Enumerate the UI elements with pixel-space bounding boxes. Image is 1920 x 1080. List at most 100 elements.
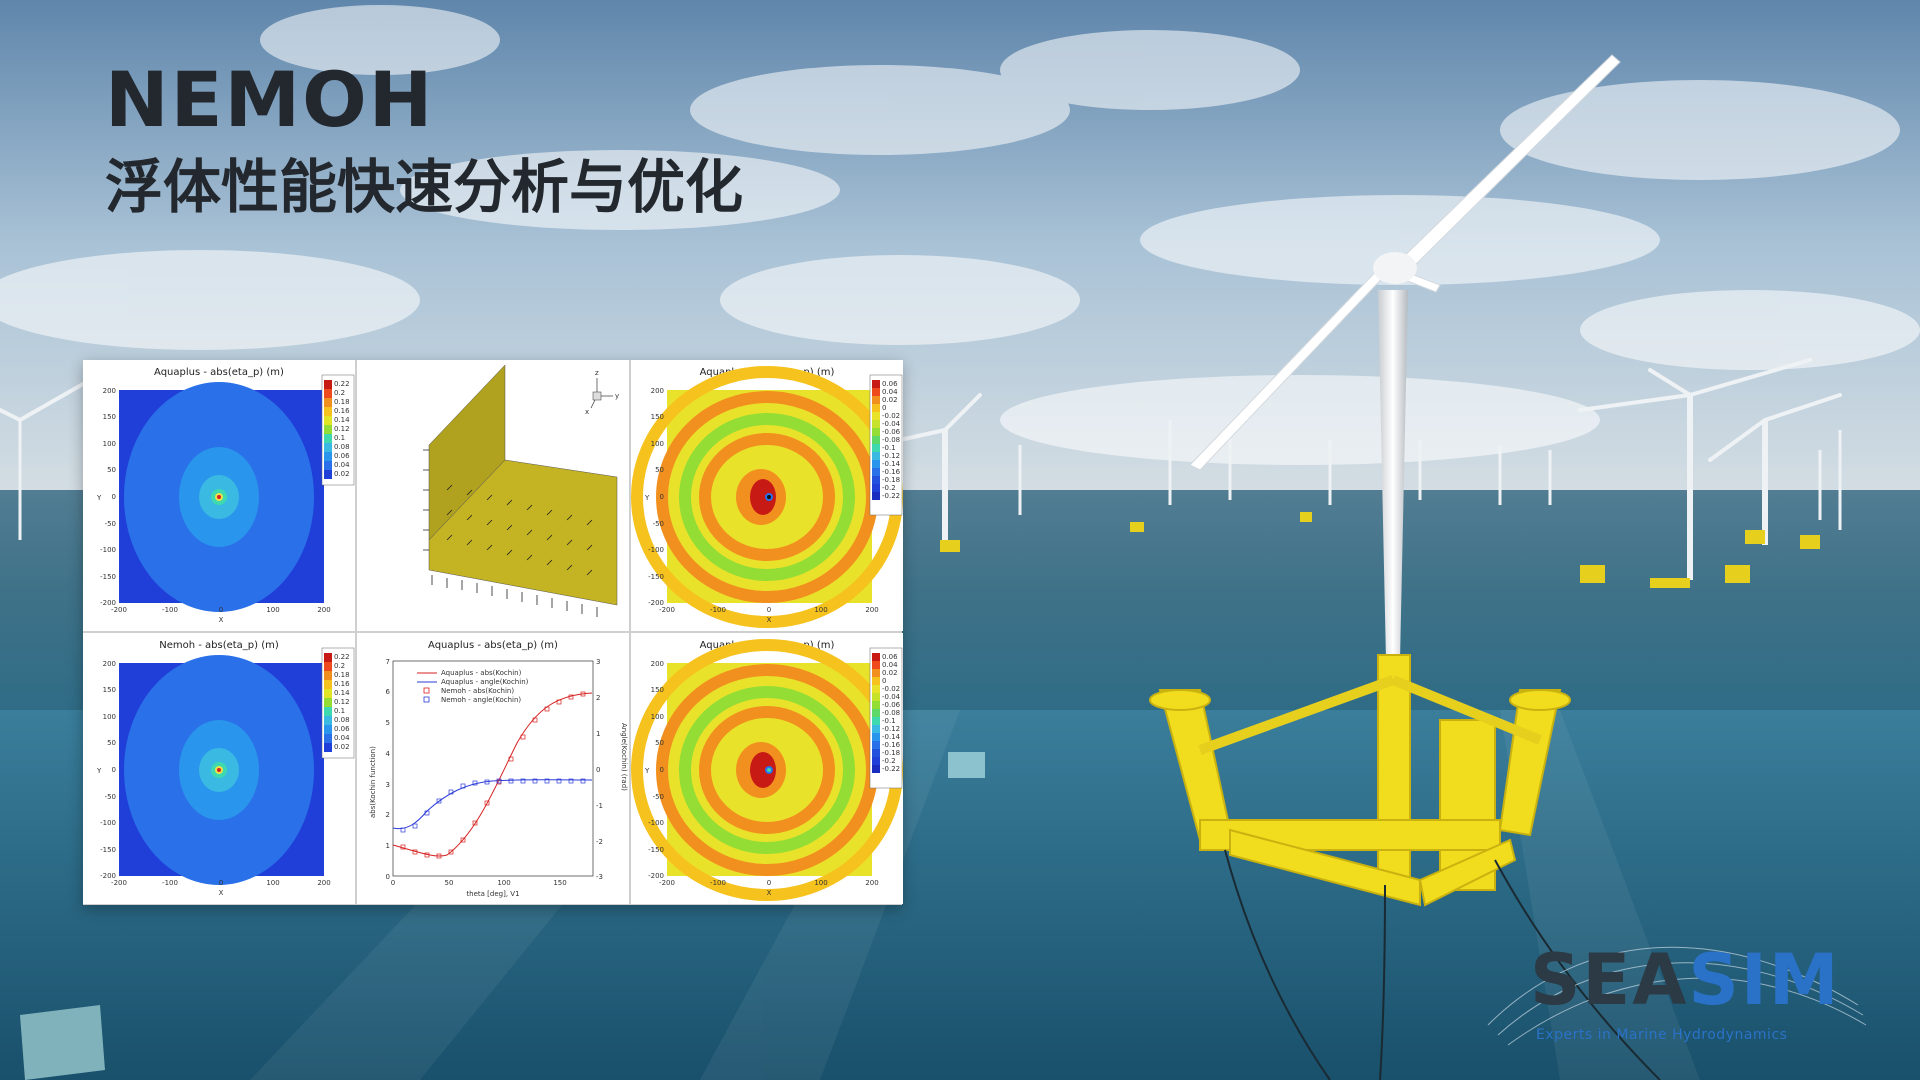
y-tick: -50 [653,793,664,801]
y-right-tick: 3 [596,658,600,666]
chart-legend: Aquaplus - abs(Kochin) Aquaplus - angle(… [417,669,529,704]
y-right-tick: 0 [596,766,600,774]
y-tick: 200 [651,387,664,395]
x-tick: 100 [497,879,510,887]
x-tick: -100 [162,879,178,887]
x-axis-label: theta [deg], V1 [466,890,519,898]
x-tick: -200 [659,879,675,887]
colorbar-label: -0.18 [882,476,900,484]
x-tick: 0 [219,879,223,887]
colorbar-label: -0.16 [882,468,901,476]
y-tick: 100 [651,713,664,721]
colorbar-label: 0.02 [882,669,898,677]
y-tick: -100 [648,546,664,554]
colorbar-label: -0.22 [882,492,900,500]
y-tick: 0 [660,766,664,774]
colorbar-label: -0.08 [882,709,900,717]
axis-y-label: y [615,392,619,400]
legend-item: Aquaplus - angle(Kochin) [441,678,529,686]
x-axis-label: X [767,616,772,624]
panel-3d-mesh: z y x [357,360,629,631]
colorbar-label: 0.04 [334,734,350,742]
y-right-axis-label: Angle(Kochin) (rad) [620,723,628,791]
colorbar-label: 0.04 [334,461,350,469]
x-tick: 200 [865,606,878,614]
x-tick: 200 [865,879,878,887]
x-tick: 100 [266,606,279,614]
colorbar-label: -0.14 [882,733,901,741]
series-nemoh-abs [400,691,586,859]
y-tick: 50 [107,739,116,747]
colorbar-label: -0.16 [882,741,901,749]
y-tick: 150 [103,686,116,694]
y-axis-label: Y [96,767,102,775]
colorbar-label: -0.12 [882,452,900,460]
colorbar-label: -0.02 [882,685,900,693]
y-tick: 150 [103,413,116,421]
colorbar-label: 0.08 [334,443,350,451]
colorbar-label: 0.08 [334,716,350,724]
legend-item: Nemoh - abs(Kochin) [441,687,514,695]
y-left-tick: 7 [386,658,390,666]
mesh-plot: z y x [423,364,619,617]
colorbar-label: -0.06 [882,428,901,436]
seasim-logo: SEASIM Experts in Marine Hydrodynamics [1487,945,1867,1050]
y-right-tick: 2 [596,694,600,702]
colorbar-label: 0.12 [334,698,350,706]
y-tick: 50 [107,466,116,474]
colorbar-label: 0.1 [334,707,345,715]
colorbar-label: -0.22 [882,765,900,773]
colorbar-label: 0.02 [334,743,350,751]
colorbar-label: -0.12 [882,725,900,733]
x-axis-label: X [219,616,224,624]
colorbar-label: 0.16 [334,680,350,688]
x-tick: 0 [391,879,395,887]
contour-plot: 0.06 0.04 0.02 0 -0.02 -0.04 -0.06 -0.08… [631,366,903,628]
y-tick: 100 [651,440,664,448]
x-tick: 100 [266,879,279,887]
y-tick: -150 [100,573,116,581]
y-right-tick: 1 [596,730,600,738]
y-tick: -150 [648,846,664,854]
colorbar-label: 0.04 [882,661,898,669]
contour-plot: 0.22 0.2 0.18 0.16 0.14 0.12 0.1 0.08 0.… [96,647,355,897]
contour-plot: 0.22 0.2 0.18 0.16 0.14 0.12 0.1 0.08 0.… [96,374,355,624]
x-tick: -200 [111,879,127,887]
colorbar-label: 0.02 [882,396,898,404]
colorbar-label: 0 [882,677,886,685]
axis-z-label: z [595,369,599,377]
colorbar-label: 0.06 [882,653,898,661]
x-tick: -100 [710,879,726,887]
y-tick: 150 [651,413,664,421]
y-tick: -100 [100,546,116,554]
y-tick: 50 [655,466,664,474]
panel-aquaplus-real: Aquaplus - -real(eta_p) (m) 0.06 0.04 0.… [631,360,903,631]
colorbar-label: -0.04 [882,693,901,701]
axis-triad: z y x [585,369,619,416]
colorbar-label: -0.2 [882,484,896,492]
series-aquaplus-angle [392,779,593,830]
y-tick: -50 [105,793,116,801]
y-tick: 200 [651,660,664,668]
x-tick: 0 [767,606,771,614]
x-tick: 200 [317,606,330,614]
y-left-tick: 0 [386,873,390,881]
panel-nemoh-abs: Nemoh - abs(eta_p) (m) 0.22 0.2 0.18 0.1… [83,633,355,904]
x-tick: -100 [162,606,178,614]
y-axis-label: Y [644,767,650,775]
y-tick: 200 [103,660,116,668]
colorbar-label: -0.1 [882,717,896,725]
colorbar-label: 0.04 [882,388,898,396]
y-tick: 100 [103,713,116,721]
colorbar-label: -0.1 [882,444,896,452]
colorbar-label: 0.2 [334,662,345,670]
colorbar-label: 0.06 [334,452,350,460]
y-tick: 0 [112,493,116,501]
y-left-axis-label: abs(Kochin function) [369,746,377,818]
panel-aquaplus-real-2: Aquaplus - -real(eta_p) (m) 0.06 0.04 0.… [631,633,903,904]
y-tick: 0 [112,766,116,774]
y-tick: -100 [648,819,664,827]
title-block: NEMOH 浮体性能快速分析与优化 [105,62,743,220]
x-tick: 100 [814,606,827,614]
y-tick: 200 [103,387,116,395]
